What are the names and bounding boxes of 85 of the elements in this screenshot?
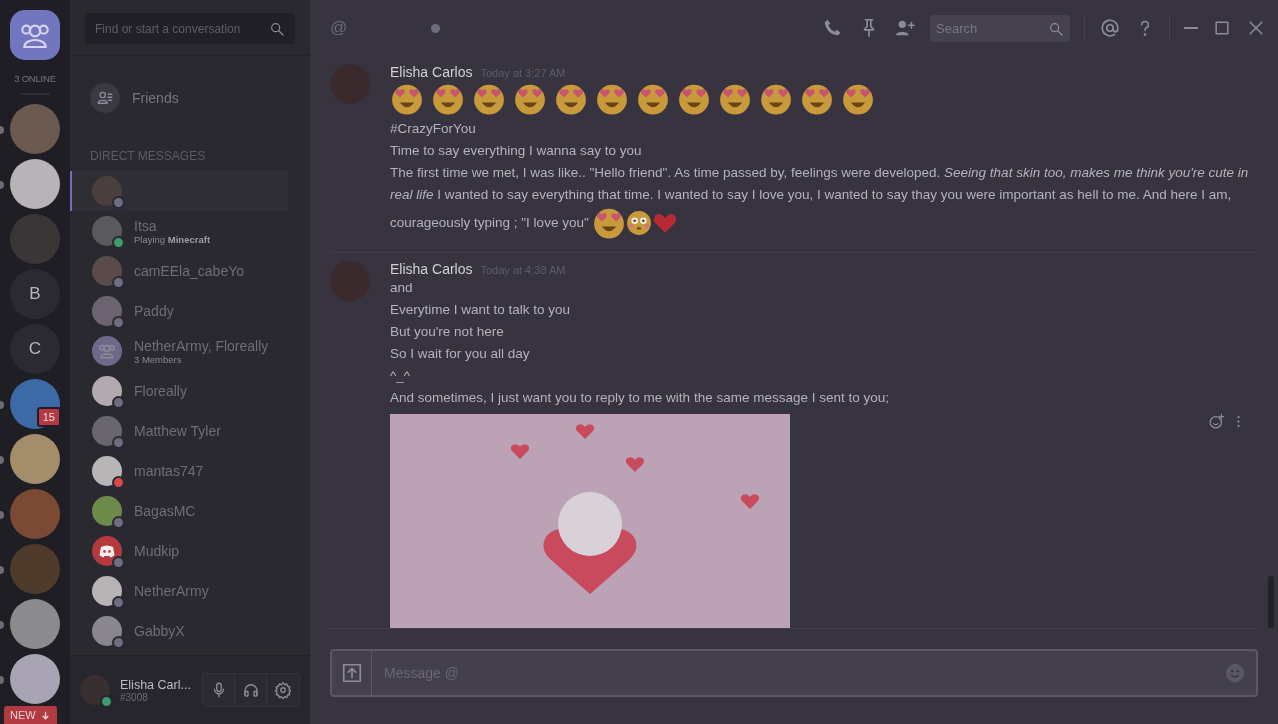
heart-eyes-emoji-icon (554, 82, 588, 116)
conversation-item[interactable]: Matthew Tyler (70, 411, 288, 451)
maximize-button[interactable] (1212, 18, 1232, 38)
activity-text: Playing Minecraft (134, 233, 211, 245)
conversation-item[interactable]: Paddy (70, 291, 288, 331)
heart-eyes-emoji-icon (841, 82, 875, 116)
heart-eyes-emoji-icon (472, 82, 506, 116)
heart-eyes-emoji-icon (718, 82, 752, 116)
conversation-name: Floreally (134, 383, 187, 399)
channel-title: @ (330, 18, 348, 38)
headphones-icon (241, 681, 260, 699)
message-text: So I wait for you all day (390, 345, 531, 363)
author-name[interactable]: Elisha Carlos (390, 261, 473, 277)
conversation-name: camEEla_cabeYo (134, 263, 244, 279)
deafen-button[interactable] (235, 674, 267, 706)
server-icon[interactable] (10, 433, 60, 484)
mute-button[interactable] (203, 674, 235, 706)
friends-glyph-icon (96, 89, 114, 107)
conversation-item[interactable]: camEEla_cabeYo (70, 251, 288, 291)
server-icon[interactable] (10, 158, 60, 209)
heart-eyes-emoji-icon (800, 82, 834, 116)
add-reaction-button[interactable] (1208, 413, 1225, 430)
message-text: and (390, 279, 414, 297)
friends-link[interactable]: Friends (132, 90, 179, 106)
down-arrow-icon (39, 709, 51, 721)
conversation-name: Matthew Tyler (134, 423, 221, 439)
message-text: The first time we met, I was like.. "Hello friend". As time passed by, feelings were developed. Seeing that skin too, makes me think you're cute in real life I wanted to say everything that time. I wanted to say I love you, I wanted to say thay you were important as hell to me. And here I am, courageously typing ; "I love you" (390, 162, 1258, 240)
conversation-name: BagasMC (134, 503, 196, 519)
conversation-name: GabbyX (134, 623, 185, 639)
server-icon[interactable] (10, 653, 60, 704)
settings-icon (274, 681, 292, 699)
heart-eyes-emoji-icon (513, 82, 547, 116)
message-text: #CrazyForYou (390, 120, 477, 138)
heart-eyes-emoji-icon (592, 206, 627, 240)
user-tag: #3008 (120, 691, 191, 703)
home-button[interactable] (10, 10, 60, 60)
conversation-name: Mudkip (134, 543, 180, 559)
friends-icon[interactable] (90, 83, 120, 113)
message-text: But you're not here (390, 323, 505, 341)
search-field[interactable]: Find or start a conversation (85, 13, 295, 44)
server-icon[interactable] (10, 598, 60, 649)
username: Elisha Carl... (120, 677, 191, 692)
conversation-item[interactable]: NetherArmy, Floreally 3 Members (70, 331, 288, 371)
heart-eyes-emoji-icon (759, 82, 793, 116)
online-count: 3 ONLINE (14, 73, 56, 84)
server-icon[interactable]: C (10, 323, 60, 374)
new-unreads-button[interactable]: NEW (4, 706, 57, 724)
search-icon (1048, 20, 1064, 37)
hearts-picture[interactable] (390, 414, 790, 628)
conversation-item[interactable]: NetherArmy (70, 571, 288, 611)
conversation-name: NetherArmy, Floreally (134, 337, 269, 354)
user-avatar[interactable] (80, 675, 110, 705)
conversation-name: NetherArmy (134, 583, 209, 599)
conversation-item[interactable]: Floreally (70, 371, 288, 411)
heart-eyes-emoji-icon (431, 82, 465, 116)
at-icon (1099, 17, 1121, 39)
message-text: Everytime I want to talk to you (390, 301, 572, 319)
message-text: Time to say everything I wanna say to you (390, 142, 643, 160)
search-icon (269, 21, 285, 37)
conversation-item[interactable]: mantas747 (70, 451, 288, 491)
flushed-face-emoji-icon (626, 210, 653, 236)
minimize-icon (1184, 27, 1198, 29)
conversation-item[interactable]: Itsa Playing Minecraft (70, 211, 288, 251)
author-name[interactable]: Elisha Carlos (390, 64, 473, 80)
add-emoji-icon (1208, 413, 1225, 430)
message-text: And sometimes, I just want you to reply to me with the same message I sent to you; (390, 389, 890, 407)
heart-eyes-emoji-icon (595, 82, 629, 116)
message-text: ^_^ (390, 367, 412, 385)
mention-badge: 15 (36, 407, 61, 427)
upload-icon (340, 662, 363, 684)
conversation-item[interactable]: BagasMC (70, 491, 288, 531)
heart-eyes-emoji-icon (677, 82, 711, 116)
conversation-name: mantas747 (134, 463, 204, 479)
conversation-item[interactable]: GabbyX (70, 611, 288, 651)
conversation-item[interactable]: Mudkip (70, 531, 288, 571)
maximize-icon (1212, 18, 1232, 38)
server-icon[interactable]: B (10, 268, 60, 319)
conversation-name: Paddy (134, 303, 174, 319)
heart-eyes-emoji-icon (390, 82, 424, 116)
heart-eyes-emoji-icon (636, 82, 670, 116)
settings-button[interactable] (267, 674, 299, 706)
smiley-icon (1224, 662, 1246, 684)
member-count: 3 Members (134, 353, 182, 365)
mentions-button[interactable] (1099, 17, 1121, 39)
conversation-name: Itsa (134, 217, 158, 234)
